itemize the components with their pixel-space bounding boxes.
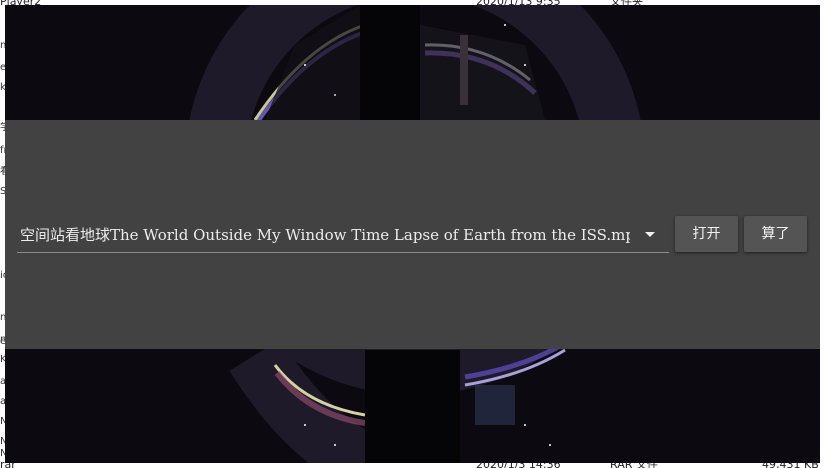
open-button[interactable]: 打开 bbox=[675, 216, 738, 252]
cancel-button[interactable]: 算了 bbox=[744, 216, 807, 252]
screen: Player2 2020/1/13 9:35 文件夹 rar 2020/1/3 … bbox=[0, 0, 825, 468]
open-file-dialog: 空间站看地球The World Outside My Window Time L… bbox=[5, 120, 820, 349]
file-select-value: 空间站看地球The World Outside My Window Time L… bbox=[20, 226, 630, 244]
dropdown-arrow-icon[interactable] bbox=[645, 232, 655, 237]
file-select-dropdown[interactable]: 空间站看地球The World Outside My Window Time L… bbox=[17, 220, 669, 253]
